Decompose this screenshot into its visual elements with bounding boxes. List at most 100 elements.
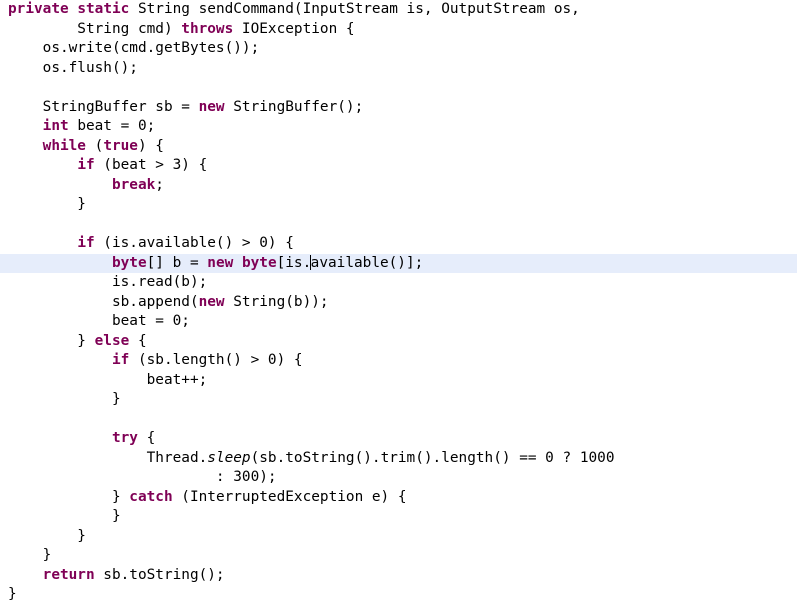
code-token: : 300); [8,469,277,485]
code-line[interactable]: beat = 0; [0,312,797,332]
keyword-token: static [77,1,130,17]
code-token: } [8,196,86,212]
keyword-token: true [103,137,138,154]
code-token: available()]; [310,254,424,271]
keyword-token: private [8,1,69,17]
keyword-token: byte [241,254,277,271]
code-line[interactable]: } catch (InterruptedException e) { [0,488,797,508]
keyword-token: else [94,332,130,349]
code-token: } [8,332,95,349]
code-line[interactable]: } [0,507,797,527]
code-token: (beat > 3) { [94,157,208,173]
code-line[interactable]: StringBuffer sb = new StringBuffer(); [0,98,797,118]
code-line[interactable]: if (is.available() > 0) { [0,234,797,254]
code-line-blank[interactable] [0,410,797,430]
code-token: is.read(b); [8,274,208,290]
keyword-token: return [42,566,95,583]
keyword-token: if [77,157,95,173]
code-line[interactable]: while (true) { [0,137,797,157]
keyword-token: catch [129,488,173,505]
code-token: sb.toString(); [94,566,225,583]
keyword-token: new [198,293,225,310]
code-token: { [137,430,156,446]
code-line[interactable]: int beat = 0; [0,117,797,137]
code-token: ; [155,176,164,193]
code-line[interactable]: private static String sendCommand(InputS… [0,0,797,20]
code-line-blank[interactable] [0,78,797,98]
keyword-token: new [198,98,225,115]
code-token: } [8,508,121,524]
code-token: os.flush(); [8,59,138,76]
keyword-token: new [207,254,234,271]
code-token: String(b)); [224,293,329,310]
code-line[interactable]: return sb.toString(); [0,566,797,586]
code-line[interactable]: } [0,546,797,566]
code-token: StringBuffer(); [224,98,364,115]
code-token: { [129,332,147,349]
code-token: IOException { [233,20,355,37]
code-token: } [8,586,17,602]
code-token: os.write(cmd.getBytes()); [8,40,260,56]
code-line-blank[interactable] [0,215,797,235]
code-token: beat = 0; [68,118,156,134]
code-editor[interactable]: private static String sendCommand(InputS… [0,0,797,602]
code-token: } [8,488,130,505]
code-line[interactable]: } [0,585,797,605]
code-token: } [8,527,86,544]
code-line[interactable]: if (sb.length() > 0) { [0,351,797,371]
keyword-token: if [77,235,95,251]
keyword-token: byte [111,254,147,271]
code-line[interactable]: is.read(b); [0,273,797,293]
code-line[interactable]: } [0,390,797,410]
code-line[interactable]: break; [0,176,797,196]
code-token: beat++; [8,371,208,388]
code-token: ( [85,137,104,154]
code-line[interactable]: } [0,527,797,547]
code-line[interactable]: try { [0,429,797,449]
code-token: [] b = [146,254,208,271]
keyword-token: if [111,352,130,368]
code-line[interactable]: Thread.sleep(sb.toString().trim().length… [0,449,797,469]
code-line[interactable]: String cmd) throws IOException { [0,20,797,40]
code-token: ) { [137,137,164,154]
keyword-token: try [111,430,138,446]
code-token: String cmd) [8,20,182,37]
code-token: (sb.length() > 0) { [129,352,303,368]
code-line[interactable]: } else { [0,332,797,352]
code-token: (sb.toString().trim().length() == 0 ? 10… [250,449,615,466]
code-line[interactable]: if (beat > 3) { [0,156,797,176]
code-token: beat = 0; [8,313,190,329]
code-token: String sendCommand(InputStream is, Outpu… [129,1,580,17]
code-token: } [8,547,52,563]
code-token: } [8,391,121,407]
code-line[interactable]: sb.append(new String(b)); [0,293,797,313]
keyword-token: break [111,176,156,193]
code-token: (InterruptedException e) { [172,488,407,505]
code-token: sb.append( [8,293,199,310]
code-line[interactable]: beat++; [0,371,797,391]
code-line[interactable]: os.write(cmd.getBytes()); [0,39,797,59]
code-line[interactable]: : 300); [0,468,797,488]
keyword-token: int [42,118,69,134]
keyword-token: while [42,137,86,154]
code-line[interactable]: os.flush(); [0,59,797,79]
code-text-area[interactable]: private static String sendCommand(InputS… [0,0,797,602]
static-method-token: sleep [207,449,251,466]
keyword-token: throws [181,20,234,37]
code-token: (is.available() > 0) { [94,235,294,251]
code-token: Thread. [8,449,208,466]
code-token: [is. [276,254,312,271]
code-line-current[interactable]: byte[] b = new byte[is.available()]; [0,253,797,273]
code-line[interactable]: } [0,195,797,215]
code-token: StringBuffer sb = [8,98,199,115]
